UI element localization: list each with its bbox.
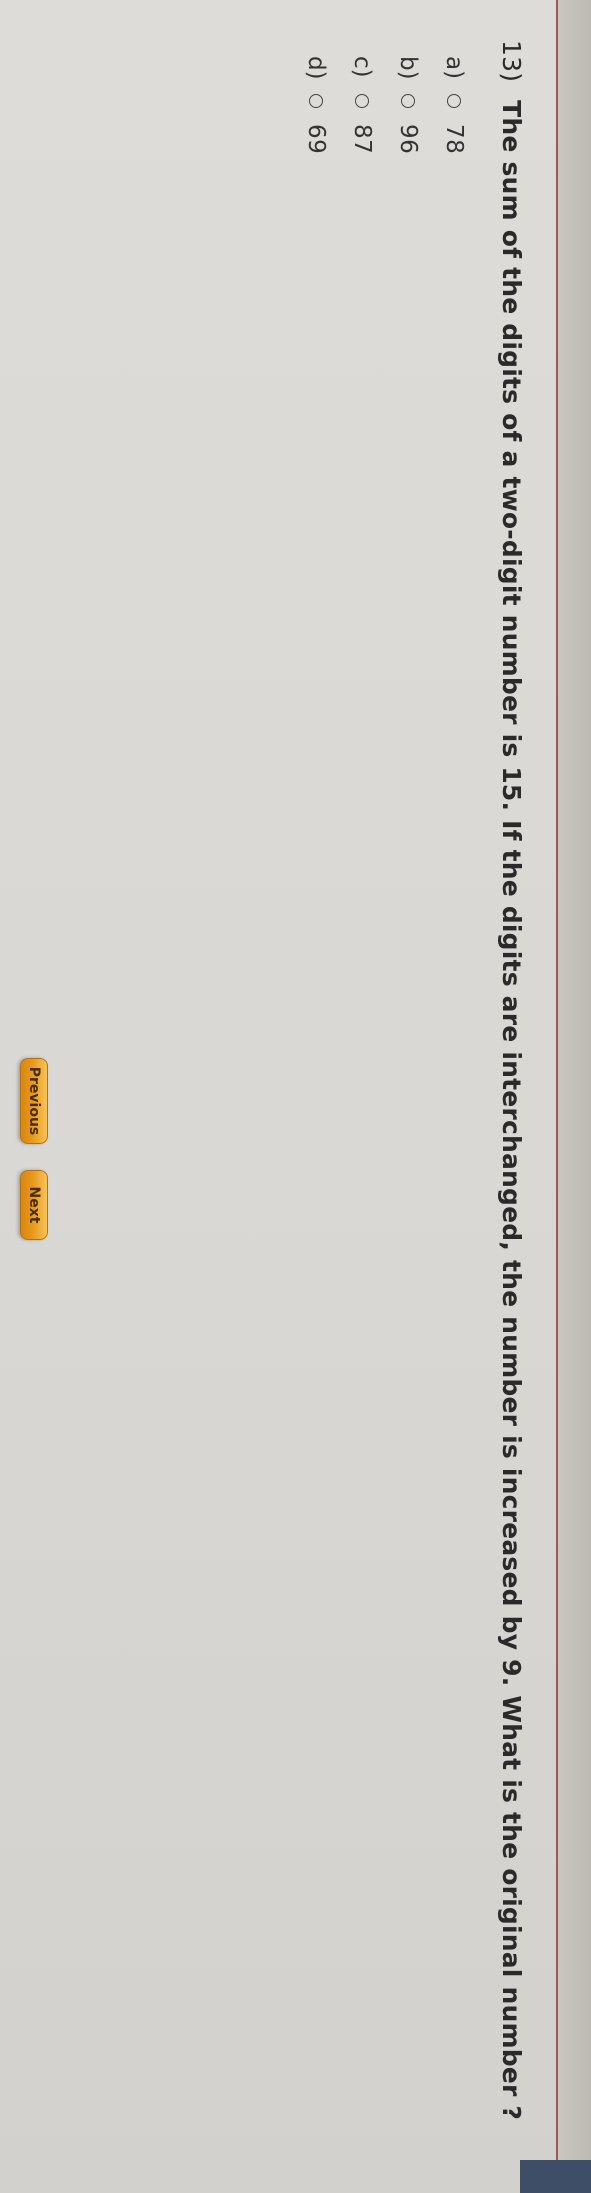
option-value: 87 [349,124,375,155]
radio-button[interactable] [447,94,461,108]
next-button[interactable]: Next [20,1170,48,1240]
question-block: 13) The sum of the digits of a two-digit… [293,40,526,2160]
option-value: 69 [303,124,329,155]
option-d[interactable]: d) 69 [293,56,339,2160]
option-value: 78 [441,124,467,155]
window-margin [558,0,591,2193]
screen: 13) The sum of the digits of a two-digit… [0,0,591,2193]
quiz-content: 13) The sum of the digits of a two-digit… [0,0,556,2193]
question-text: The sum of the digits of a two-digit num… [497,100,526,2121]
question: 13) The sum of the digits of a two-digit… [497,40,526,2160]
previous-button[interactable]: Previous [20,1058,48,1144]
radio-button[interactable] [401,94,415,108]
question-number: 13) [497,40,526,83]
option-letter: c) [349,56,375,78]
option-value: 96 [395,124,421,155]
radio-button[interactable] [309,94,323,108]
option-letter: d) [303,56,329,80]
option-b[interactable]: b) 96 [385,56,431,2160]
option-c[interactable]: c) 87 [339,56,385,2160]
option-letter: a) [441,56,467,80]
answer-options: a) 78 b) 96 c) 87 d) 69 [293,56,477,2160]
option-a[interactable]: a) 78 [431,56,477,2160]
radio-button[interactable] [355,94,369,108]
option-letter: b) [395,56,421,80]
